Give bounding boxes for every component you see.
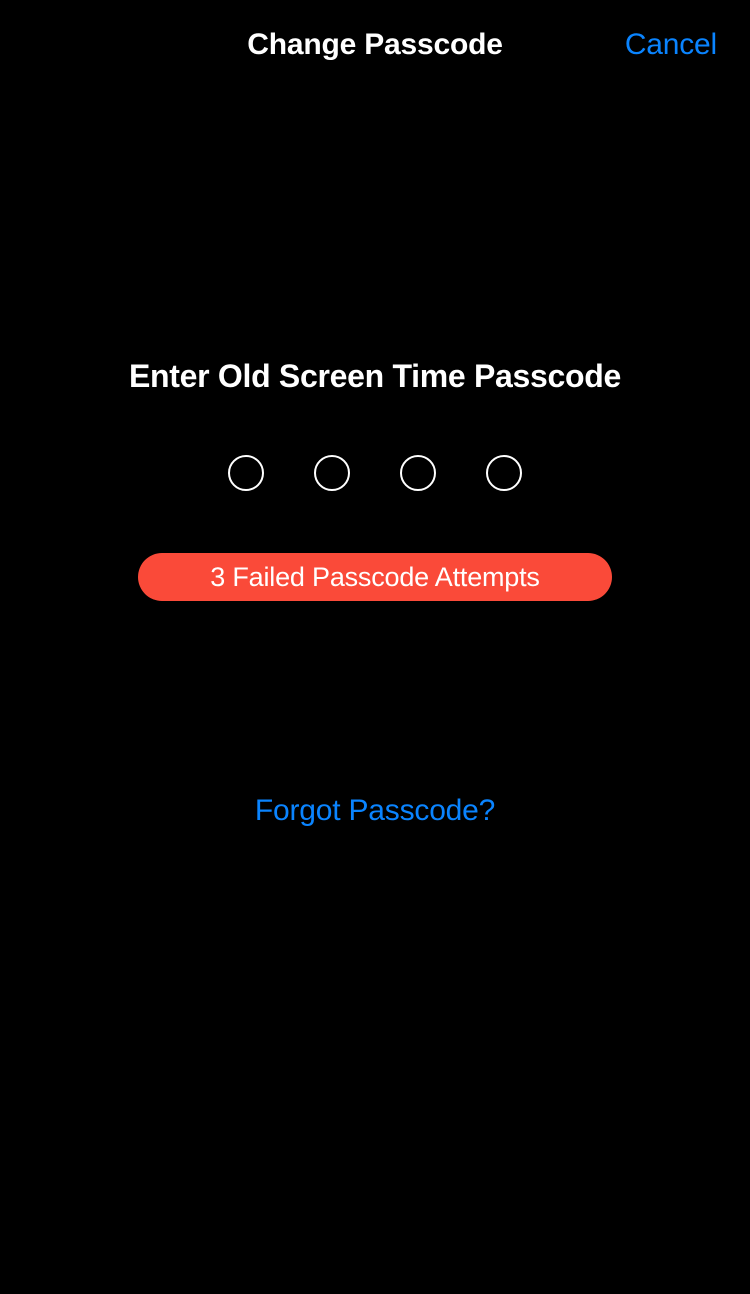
failed-attempts-badge: 3 Failed Passcode Attempts <box>138 553 612 601</box>
passcode-prompt-title: Enter Old Screen Time Passcode <box>129 358 621 394</box>
passcode-dot-1 <box>228 455 264 491</box>
passcode-dot-2 <box>314 455 350 491</box>
keypad-area-empty <box>0 860 750 1294</box>
navigation-bar: Change Passcode Cancel <box>0 0 750 92</box>
change-passcode-screen: Change Passcode Cancel Enter Old Screen … <box>0 0 750 1294</box>
passcode-dot-3 <box>400 455 436 491</box>
cancel-button[interactable]: Cancel <box>625 26 717 64</box>
passcode-dots[interactable] <box>0 455 750 491</box>
forgot-passcode-link[interactable]: Forgot Passcode? <box>0 792 750 830</box>
failed-attempts-container: 3 Failed Passcode Attempts <box>0 553 750 601</box>
passcode-dot-4 <box>486 455 522 491</box>
